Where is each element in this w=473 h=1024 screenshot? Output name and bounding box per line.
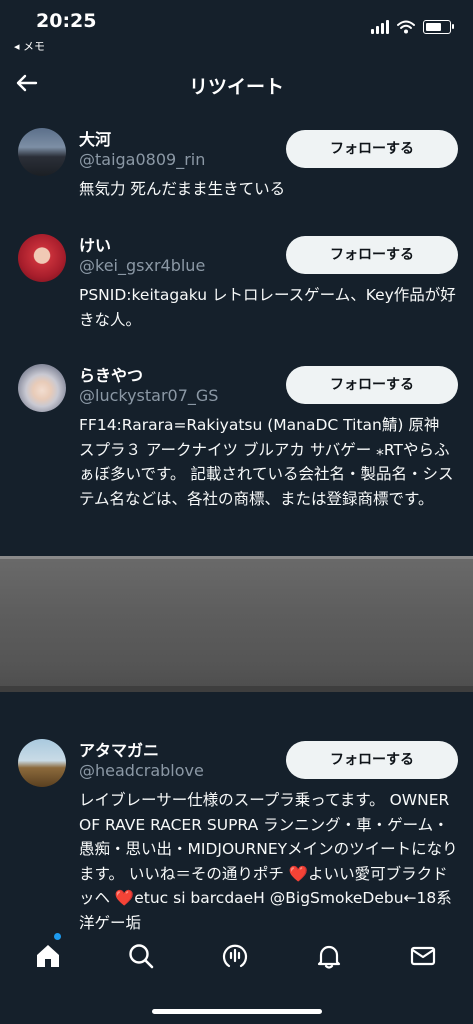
spaces-icon: [222, 944, 248, 968]
user-bio: FF14:Rarara=Rakiyatsu (ManaDC Titan鯖) 原神…: [79, 416, 454, 508]
home-tab[interactable]: [26, 934, 70, 978]
user-name: アタマガニ: [79, 741, 160, 760]
avatar[interactable]: [18, 128, 66, 176]
avatar[interactable]: [18, 234, 66, 282]
user-handle: @luckystar07_GS: [79, 386, 219, 405]
follow-button[interactable]: フォローする: [286, 236, 458, 274]
notifications-icon: [317, 945, 341, 969]
user-name: けい: [79, 236, 112, 255]
back-to-app-link[interactable]: ◂ メモ: [14, 38, 45, 54]
spaces-tab[interactable]: [213, 934, 257, 978]
page-header: リツイート: [0, 60, 473, 110]
user-handle: @kei_gsxr4blue: [79, 256, 206, 275]
messages-icon: [410, 946, 436, 966]
user-handle: @headcrablove: [79, 761, 204, 780]
follow-button[interactable]: フォローする: [286, 366, 458, 404]
wifi-icon: [397, 20, 415, 34]
home-indicator: [152, 1009, 322, 1014]
user-bio: PSNID:keitagaku レトロレースゲーム、Key作品が好きな人。: [79, 286, 456, 329]
page-title: リツイート: [188, 76, 284, 98]
cellular-signal-icon: [371, 20, 389, 34]
user-handle: @taiga0809_rin: [79, 150, 206, 169]
status-bar: 20:25 ◂ メモ: [0, 0, 473, 60]
avatar[interactable]: [18, 739, 66, 787]
follow-button[interactable]: フォローする: [286, 741, 458, 779]
user-bio: レイブレーサー仕様のスープラ乗ってます。 OWNER OF RAVE RACER…: [79, 791, 458, 930]
user-bio: 無気力 死んだまま生きている: [79, 180, 286, 198]
notifications-tab[interactable]: [307, 934, 351, 978]
system-icons: [371, 20, 454, 34]
avatar[interactable]: [18, 364, 66, 412]
battery-icon: [423, 20, 454, 34]
messages-tab[interactable]: [401, 934, 445, 978]
home-icon: [37, 945, 59, 967]
follow-button[interactable]: フォローする: [286, 130, 458, 168]
user-name: 大河: [79, 130, 112, 149]
notification-dot: [54, 933, 61, 940]
user-name: らきやつ: [79, 366, 144, 385]
bottom-tab-bar: [0, 930, 473, 990]
overlay-band: [0, 556, 473, 692]
search-icon: [129, 944, 154, 969]
search-tab[interactable]: [119, 934, 163, 978]
status-time: 20:25: [36, 10, 97, 32]
